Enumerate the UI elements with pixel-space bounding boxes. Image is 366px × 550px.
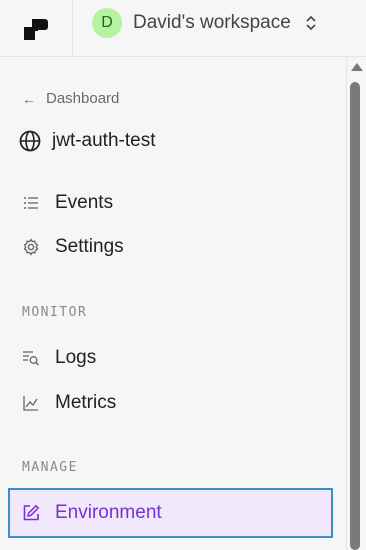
sidebar-item-environment[interactable]: Environment xyxy=(8,488,333,538)
chart-line-icon xyxy=(22,394,40,412)
logo[interactable] xyxy=(0,0,73,57)
sidebar-item-label: Settings xyxy=(55,236,124,257)
chevron-up-down-icon xyxy=(305,15,317,31)
arrow-left-icon: ← xyxy=(22,90,36,107)
workspace-switcher[interactable]: D David's workspace xyxy=(92,8,317,38)
sidebar-item-events[interactable]: Events xyxy=(8,185,333,221)
brand-logo-icon xyxy=(24,18,48,40)
section-label-monitor: MONITOR xyxy=(22,305,88,320)
back-to-dashboard-link[interactable]: ← Dashboard xyxy=(22,90,119,107)
sidebar-item-logs[interactable]: Logs xyxy=(8,340,333,376)
project-name: jwt-auth-test xyxy=(52,130,156,151)
sidebar-item-settings[interactable]: Settings xyxy=(8,229,333,265)
avatar: D xyxy=(92,8,122,38)
edit-square-icon xyxy=(22,504,40,522)
vertical-scrollbar[interactable] xyxy=(346,57,366,550)
project-title: jwt-auth-test xyxy=(18,129,155,153)
workspace-name: David's workspace xyxy=(133,12,291,33)
sidebar-item-label: Metrics xyxy=(55,392,117,413)
sidebar-item-label: Events xyxy=(55,192,114,213)
list-icon xyxy=(22,194,40,212)
sidebar-item-metrics[interactable]: Metrics xyxy=(8,385,333,421)
scroll-up-arrow-icon[interactable] xyxy=(351,63,363,71)
top-bar: D David's workspace xyxy=(0,0,366,57)
logs-search-icon xyxy=(22,349,40,367)
scrollbar-thumb[interactable] xyxy=(350,82,360,550)
gear-icon xyxy=(22,238,40,256)
avatar-initial: D xyxy=(101,14,113,31)
globe-icon xyxy=(18,129,42,153)
sidebar-item-label: Environment xyxy=(55,502,162,523)
back-label: Dashboard xyxy=(46,90,120,107)
section-label-manage: MANAGE xyxy=(22,460,78,475)
sidebar-item-label: Logs xyxy=(55,347,97,368)
